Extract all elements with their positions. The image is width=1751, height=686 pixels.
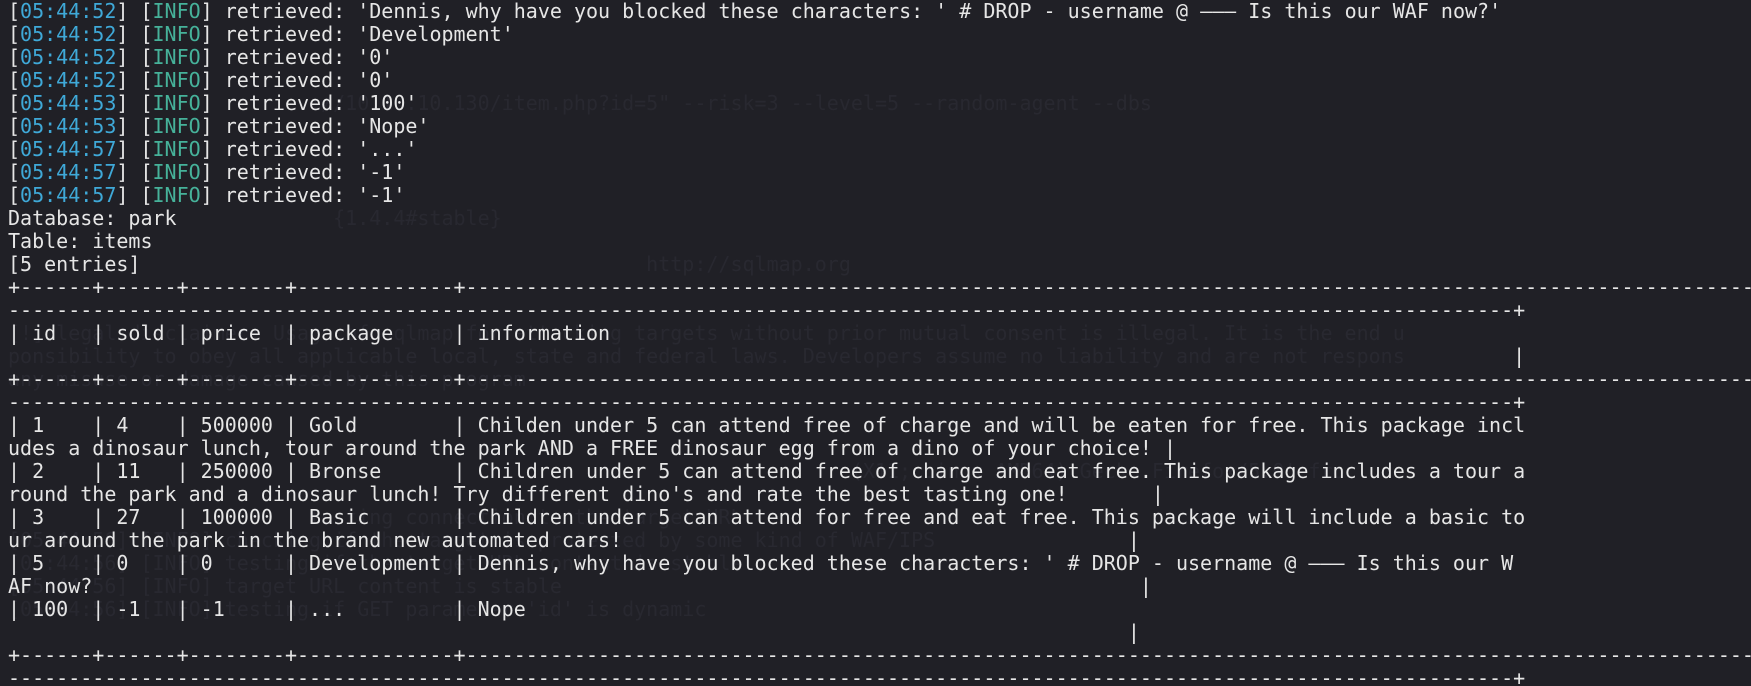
log-line: [05:44:52] [INFO] retrieved: 'Developmen… [8, 22, 514, 46]
log-level: INFO [152, 22, 201, 46]
dump-line: Table: items [8, 229, 153, 253]
log-message: retrieved: '100' [224, 91, 418, 115]
terminal-output: [05:44:52] [INFO] retrieved: 'Dennis, wh… [8, 0, 1751, 686]
log-level: INFO [152, 68, 201, 92]
log-timestamp: 05:44:57 [20, 160, 117, 184]
dump-line: | 5 | 0 | 0 | Development | Dennis, why … [8, 551, 1514, 575]
terminal-window[interactable]: ://10.10.10.130/item.php?id=5" --risk=3 … [0, 0, 1751, 686]
dump-line: +------+------+--------+-------------+--… [8, 643, 1751, 667]
dump-line: +------+------+--------+-------------+--… [8, 367, 1751, 391]
log-message: retrieved: '...' [224, 137, 418, 161]
log-line: [05:44:52] [INFO] retrieved: '0' [8, 68, 394, 92]
dump-line: ----------------------------------------… [8, 298, 1526, 322]
dump-line: [5 entries] [8, 252, 141, 276]
log-level: INFO [152, 160, 201, 184]
log-timestamp: 05:44:52 [20, 45, 117, 69]
log-line: [05:44:57] [INFO] retrieved: '-1' [8, 183, 406, 207]
dump-line: | [8, 620, 1140, 644]
log-level: INFO [152, 183, 201, 207]
log-timestamp: 05:44:53 [20, 91, 117, 115]
log-message: retrieved: '-1' [224, 183, 406, 207]
log-line: [05:44:57] [INFO] retrieved: '...' [8, 137, 418, 161]
dump-line: Database: park [8, 206, 177, 230]
dump-line: | 100 | -1 | -1 | ... | Nope [8, 597, 526, 621]
log-level: INFO [152, 0, 201, 23]
log-level: INFO [152, 137, 201, 161]
log-level: INFO [152, 45, 201, 69]
dump-line: | id | sold | price | package | informat… [8, 321, 611, 345]
log-line: [05:44:52] [INFO] retrieved: '0' [8, 45, 394, 69]
log-message: retrieved: '0' [224, 45, 394, 69]
dump-line: | [8, 344, 1526, 368]
log-timestamp: 05:44:52 [20, 22, 117, 46]
dump-line: | 3 | 27 | 100000 | Basic | Children und… [8, 505, 1526, 529]
log-level: INFO [152, 114, 201, 138]
log-timestamp: 05:44:57 [20, 183, 117, 207]
log-line: [05:44:53] [INFO] retrieved: '100' [8, 91, 418, 115]
dump-line: ----------------------------------------… [8, 666, 1526, 686]
dump-line: ur around the park in the brand new auto… [8, 528, 1140, 552]
log-timestamp: 05:44:52 [20, 68, 117, 92]
log-message: retrieved: 'Development' [224, 22, 514, 46]
log-message: retrieved: 'Dennis, why have you blocked… [224, 0, 1502, 23]
dump-line: | 2 | 11 | 250000 | Bronse | Children un… [8, 459, 1526, 483]
log-message: retrieved: '0' [224, 68, 394, 92]
dump-line: AF now? | [8, 574, 1152, 598]
log-timestamp: 05:44:57 [20, 137, 117, 161]
dump-line: ----------------------------------------… [8, 390, 1526, 414]
dump-line: udes a dinosaur lunch, tour around the p… [8, 436, 1176, 460]
log-line: [05:44:52] [INFO] retrieved: 'Dennis, wh… [8, 0, 1502, 23]
dump-line: round the park and a dinosaur lunch! Try… [8, 482, 1164, 506]
log-level: INFO [152, 91, 201, 115]
log-line: [05:44:57] [INFO] retrieved: '-1' [8, 160, 406, 184]
dump-line: | 1 | 4 | 500000 | Gold | Childen under … [8, 413, 1526, 437]
log-message: retrieved: '-1' [224, 160, 406, 184]
log-line: [05:44:53] [INFO] retrieved: 'Nope' [8, 114, 430, 138]
dump-line: +------+------+--------+-------------+--… [8, 275, 1751, 299]
log-timestamp: 05:44:52 [20, 0, 117, 23]
log-message: retrieved: 'Nope' [224, 114, 430, 138]
log-timestamp: 05:44:53 [20, 114, 117, 138]
